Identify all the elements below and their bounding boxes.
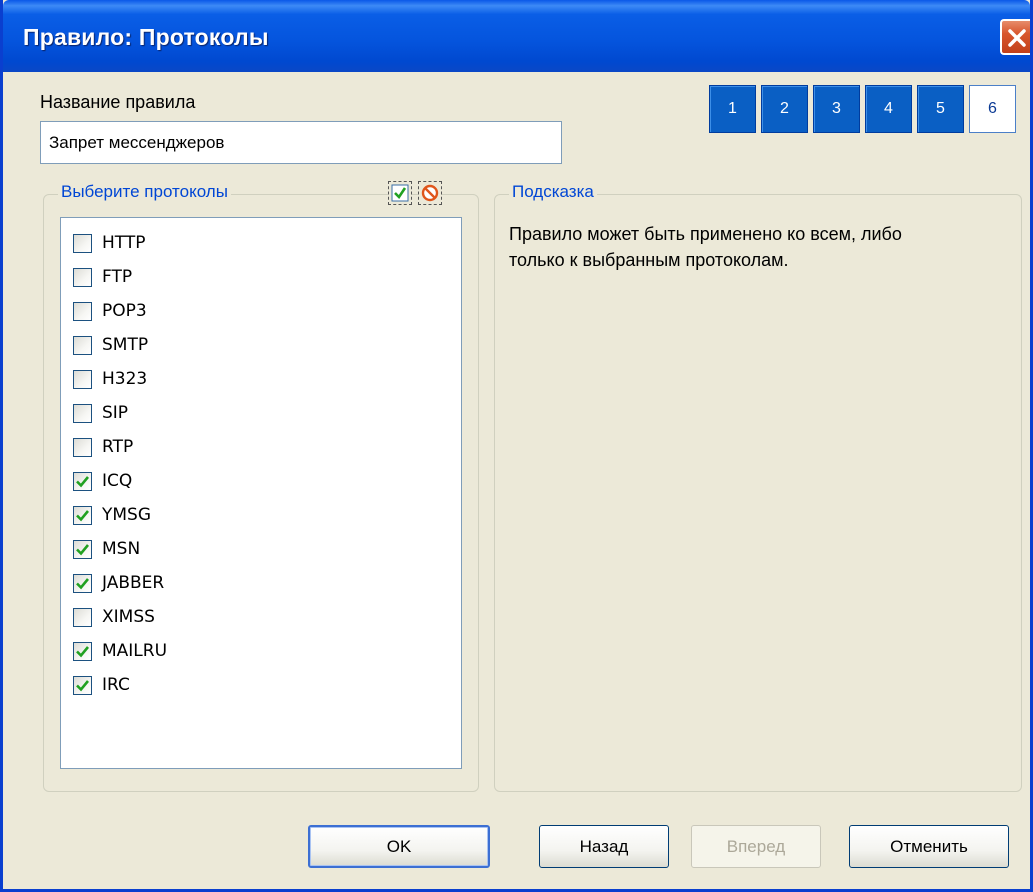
hint-text: Правило может быть применено ко всем, ли… [509, 221, 1009, 273]
rule-name-input[interactable] [40, 121, 562, 164]
protocol-label: SIP [102, 403, 129, 423]
protocol-checkbox[interactable] [73, 471, 92, 491]
protocol-item-http[interactable]: HTTP [73, 228, 146, 258]
dialog-window: Правило: Протоколы Название правила 1 2 … [0, 0, 1033, 892]
protocol-checkbox[interactable] [73, 437, 92, 457]
step-2-button[interactable]: 2 [761, 85, 808, 133]
protocols-legend: Выберите протоколы [58, 182, 231, 202]
protocol-checkbox[interactable] [73, 267, 92, 287]
protocol-checkbox[interactable] [73, 369, 92, 389]
step-3-button[interactable]: 3 [813, 85, 860, 133]
checkmark-icon [76, 543, 90, 555]
select-all-button[interactable] [388, 181, 412, 205]
step-5-button[interactable]: 5 [917, 85, 964, 133]
title-bar[interactable]: Правило: Протоколы [3, 0, 1030, 72]
checkmark-icon [76, 645, 90, 657]
step-indicator: 1 2 3 4 5 6 [709, 85, 1016, 133]
checkmark-icon [76, 475, 90, 487]
step-1-button[interactable]: 1 [709, 85, 756, 133]
protocol-checkbox[interactable] [73, 675, 92, 695]
protocol-item-irc[interactable]: IRC [73, 670, 130, 700]
next-button[interactable]: Вперед [691, 825, 821, 868]
protocol-checkbox[interactable] [73, 233, 92, 253]
protocols-list[interactable]: HTTP FTP POP3 SMTP H323 SIP RTP ICQ YMSG MSN JABBE… [60, 217, 462, 769]
protocol-label: FTP [102, 267, 133, 287]
protocol-label: MSN [102, 539, 141, 559]
protocol-checkbox[interactable] [73, 403, 92, 423]
protocol-label: POP3 [102, 301, 147, 321]
hint-text-line-1: Правило может быть применено ко всем, ли… [509, 224, 902, 244]
protocols-group: Выберите протоколы HTTP FTP POP3 SMTP H323 SI… [43, 181, 479, 792]
protocol-label: XIMSS [102, 607, 155, 627]
step-4-button[interactable]: 4 [865, 85, 912, 133]
protocol-item-icq[interactable]: ICQ [73, 466, 132, 496]
protocol-item-jabber[interactable]: JABBER [73, 568, 164, 598]
protocol-label: IRC [102, 675, 130, 695]
clear-all-icon [421, 184, 439, 202]
window-title: Правило: Протоколы [23, 24, 269, 50]
protocol-item-ximss[interactable]: XIMSS [73, 602, 155, 632]
protocol-item-h323[interactable]: H323 [73, 364, 147, 394]
protocol-label: SMTP [102, 335, 149, 355]
check-all-icon [391, 184, 409, 202]
protocol-item-ymsg[interactable]: YMSG [73, 500, 151, 530]
protocol-item-rtp[interactable]: RTP [73, 432, 133, 462]
protocol-label: ICQ [102, 471, 133, 491]
protocol-label: YMSG [102, 505, 152, 525]
protocol-label: JABBER [102, 573, 165, 593]
hint-text-line-2: только к выбранным протоколам. [509, 250, 789, 270]
hint-group: Подсказка Правило может быть применено к… [494, 182, 1022, 792]
step-6-button[interactable]: 6 [969, 85, 1016, 133]
protocol-label: HTTP [102, 233, 146, 253]
protocol-item-msn[interactable]: MSN [73, 534, 140, 564]
cancel-button[interactable]: Отменить [849, 825, 1009, 868]
protocol-checkbox[interactable] [73, 505, 92, 525]
checkmark-icon [76, 509, 90, 521]
protocol-checkbox[interactable] [73, 607, 92, 627]
hint-legend: Подсказка [509, 182, 597, 202]
protocol-checkbox[interactable] [73, 641, 92, 661]
protocol-item-smtp[interactable]: SMTP [73, 330, 148, 360]
protocol-checkbox[interactable] [73, 301, 92, 321]
checkmark-icon [76, 679, 90, 691]
protocol-item-mailru[interactable]: MAILRU [73, 636, 167, 666]
protocols-toolbar [388, 181, 442, 205]
protocol-label: H323 [102, 369, 148, 389]
protocol-checkbox[interactable] [73, 573, 92, 593]
protocol-checkbox[interactable] [73, 335, 92, 355]
checkmark-icon [76, 577, 90, 589]
back-button[interactable]: Назад [539, 825, 669, 868]
close-icon [1008, 29, 1026, 47]
protocol-item-ftp[interactable]: FTP [73, 262, 132, 292]
protocol-label: MAILRU [102, 641, 168, 661]
protocol-item-pop3[interactable]: POP3 [73, 296, 147, 326]
protocol-item-sip[interactable]: SIP [73, 398, 128, 428]
clear-all-button[interactable] [418, 181, 442, 205]
protocol-checkbox[interactable] [73, 539, 92, 559]
ok-button[interactable]: OK [308, 825, 490, 868]
close-button[interactable] [1000, 19, 1030, 55]
rule-name-label: Название правила [40, 92, 196, 112]
protocol-label: RTP [102, 437, 134, 457]
